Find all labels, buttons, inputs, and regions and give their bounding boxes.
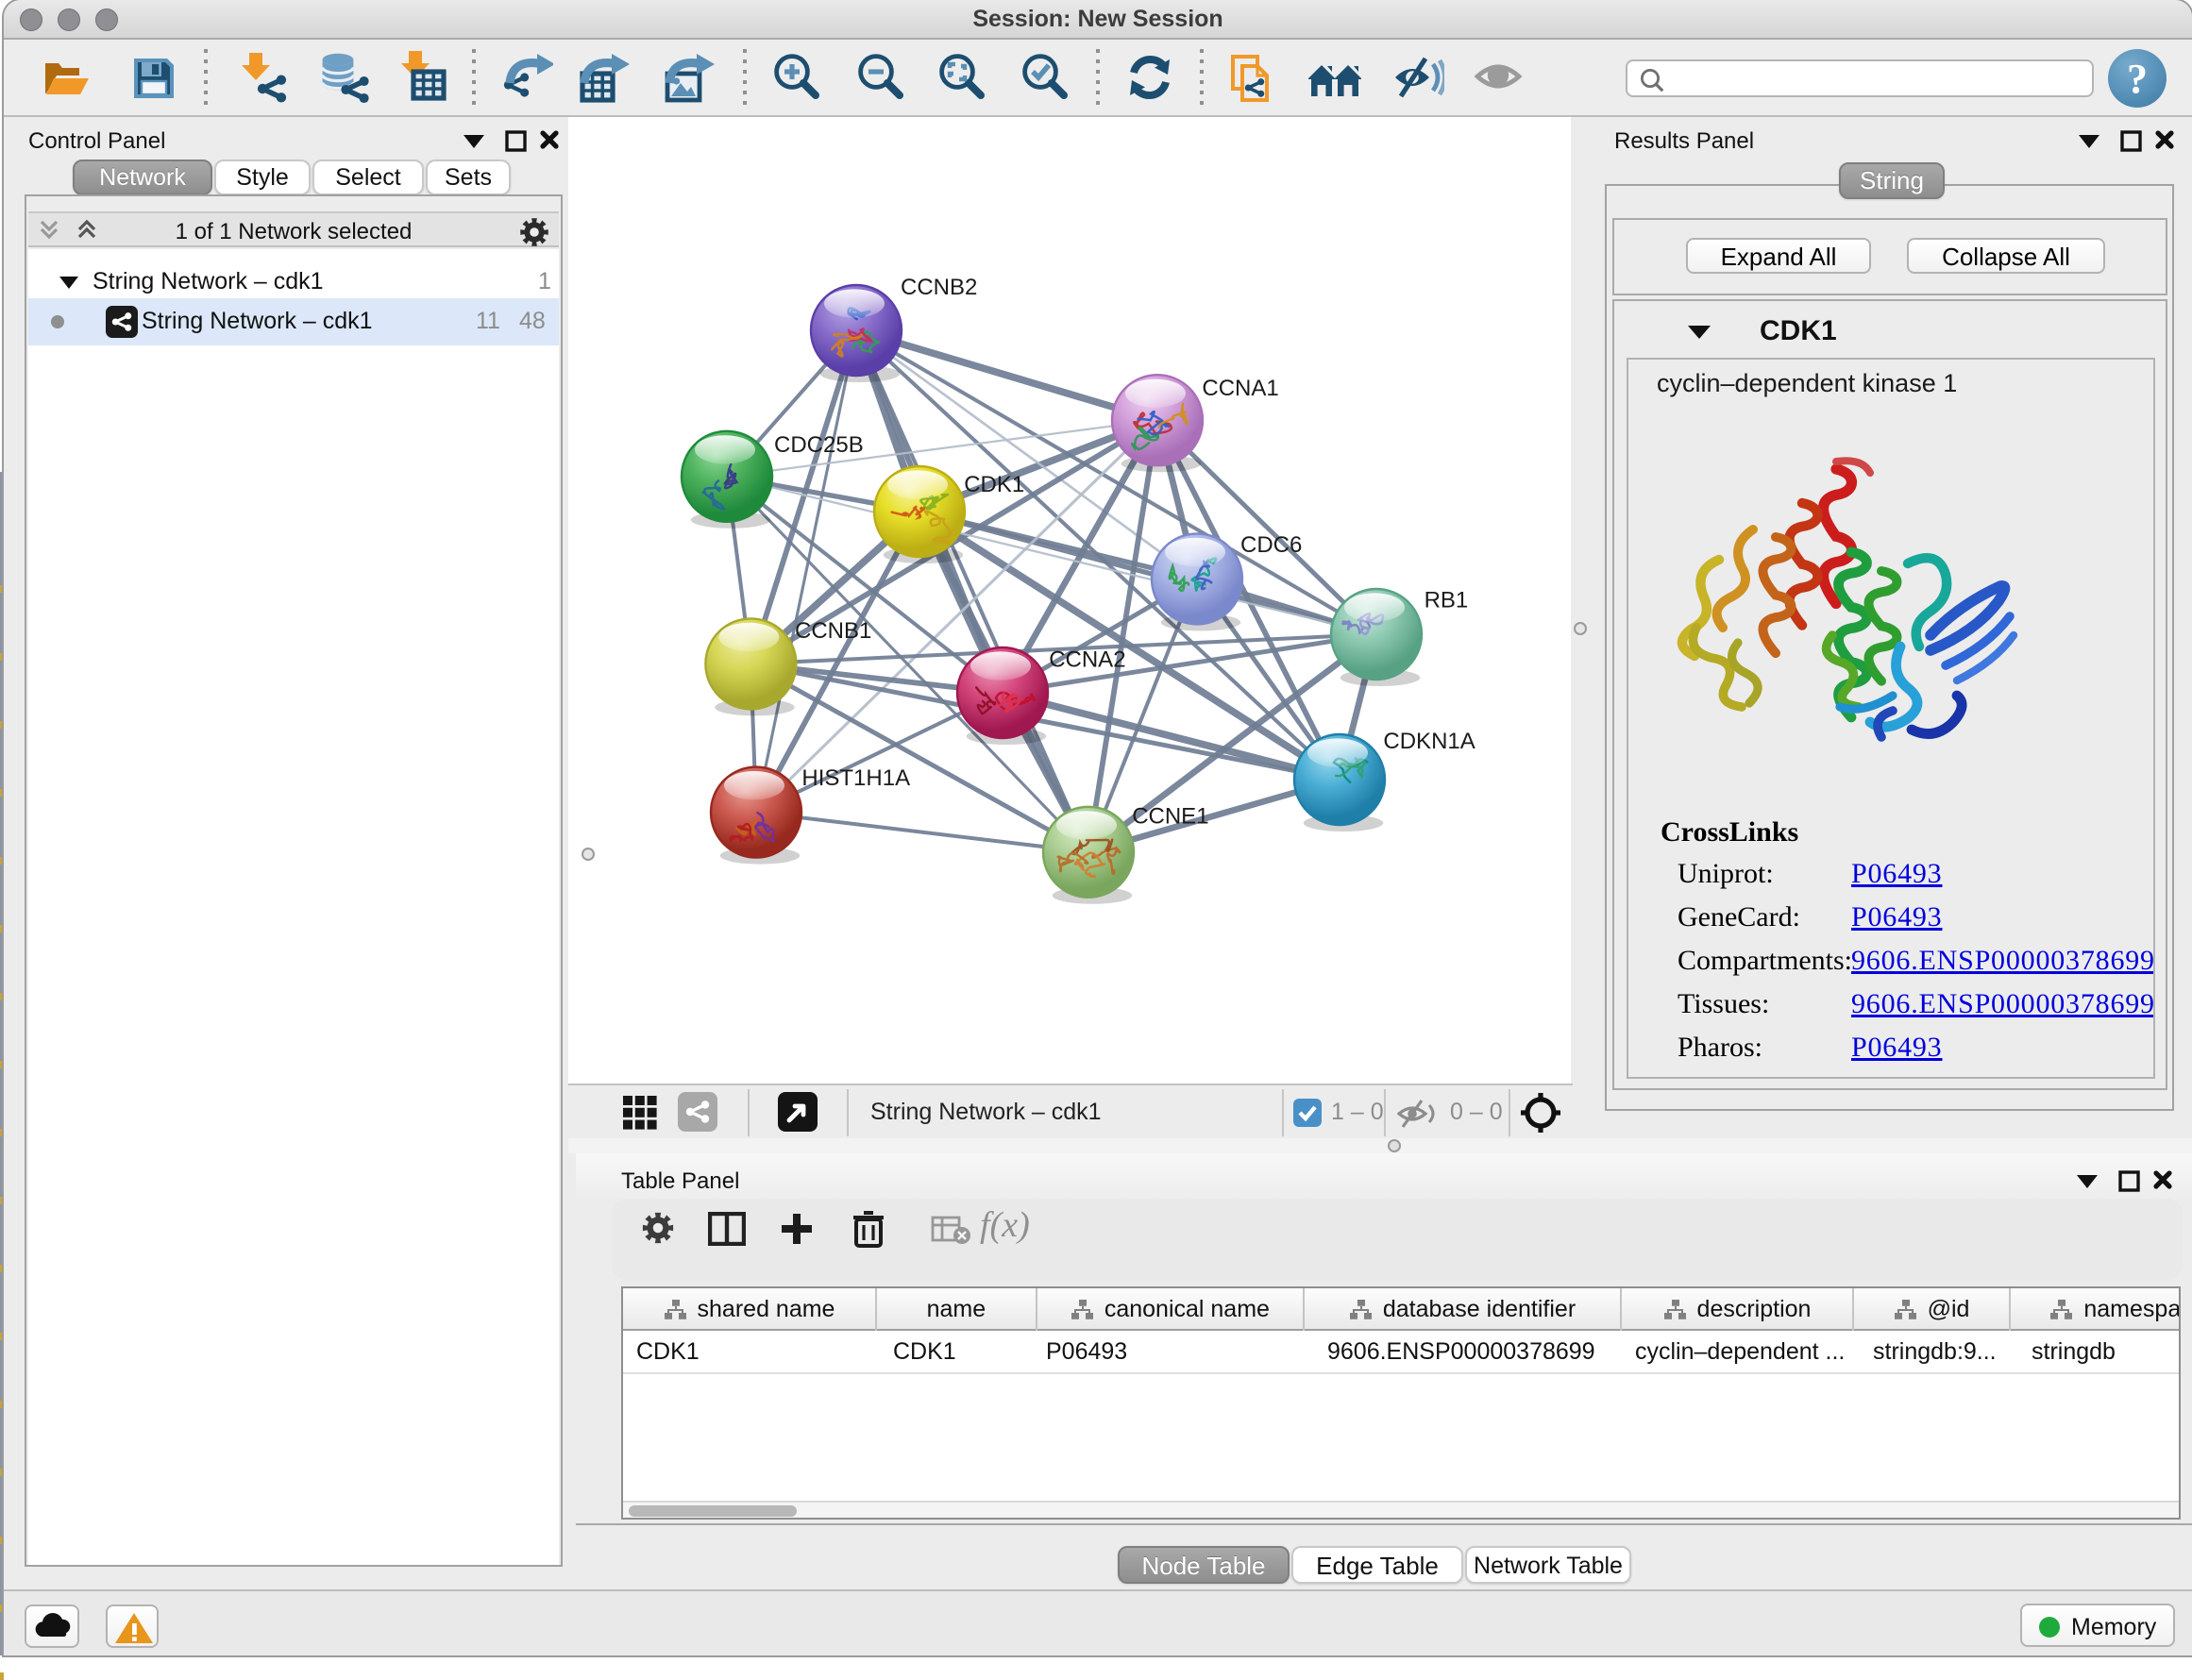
svg-text:CCNB2: CCNB2	[901, 275, 977, 300]
svg-text:CDK1: CDK1	[964, 472, 1024, 497]
svg-text:CDKN1A: CDKN1A	[1383, 729, 1475, 754]
svg-text:CDC6: CDC6	[1240, 532, 1302, 558]
svg-text:CCNB1: CCNB1	[795, 618, 871, 644]
svg-text:CCNA2: CCNA2	[1049, 647, 1125, 673]
svg-text:RB1: RB1	[1425, 588, 1469, 613]
svg-text:CCNE1: CCNE1	[1132, 803, 1208, 829]
svg-text:CCNA1: CCNA1	[1202, 376, 1278, 401]
svg-text:CDC25B: CDC25B	[774, 432, 864, 458]
svg-text:HIST1H1A: HIST1H1A	[801, 765, 910, 791]
